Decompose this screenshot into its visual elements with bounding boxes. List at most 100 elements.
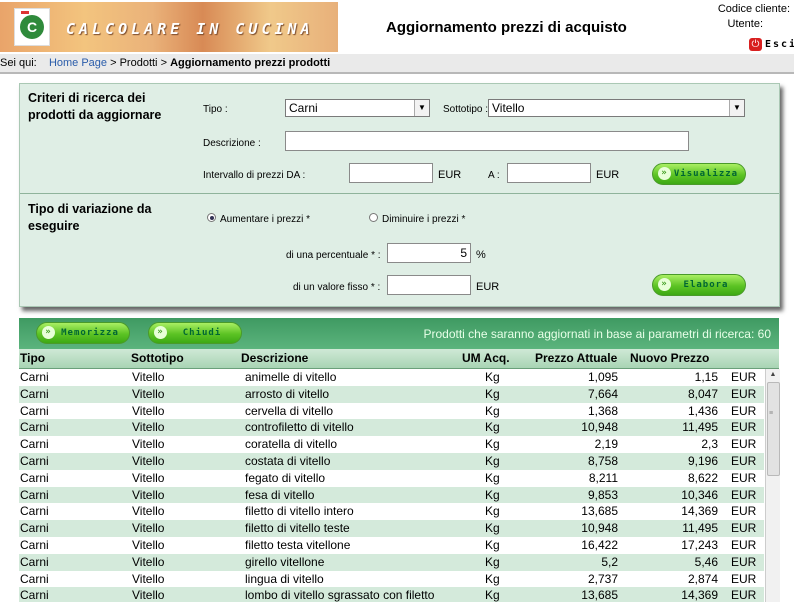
- breadcrumb-home-link[interactable]: Home Page: [49, 57, 107, 69]
- column-header[interactable]: Tipo: [20, 351, 45, 365]
- cell-prezzo-attuale: 13,685: [581, 504, 618, 519]
- cell-prezzo-attuale: 10,948: [581, 521, 618, 536]
- memorizza-button[interactable]: » Memorizza: [36, 322, 130, 344]
- cell-nuovo-prezzo: 17,243: [681, 537, 718, 552]
- valore-input[interactable]: [387, 275, 471, 295]
- table-row[interactable]: Carni Vitello cervella di vitello Kg 1,368 1,…: [19, 403, 764, 420]
- logo[interactable]: C: [14, 8, 50, 46]
- table-row[interactable]: Carni Vitello filetto testa vitellone Kg 16,…: [19, 537, 764, 554]
- cell-tipo: Carni: [20, 470, 49, 485]
- table-row[interactable]: Carni Vitello controfiletto di vitello Kg 10…: [19, 419, 764, 437]
- column-header[interactable]: Prezzo Attuale: [535, 351, 617, 365]
- page-title: Aggiornamento prezzi di acquisto: [386, 19, 627, 36]
- intervallo-label: Intervallo di prezzi DA :: [203, 170, 306, 181]
- cell-descrizione: filetto testa vitellone: [245, 537, 351, 552]
- cell-descrizione: coratella di vitello: [245, 437, 338, 452]
- cell-sottotipo: Vitello: [132, 420, 165, 435]
- vertical-scrollbar[interactable]: ▲ ≡: [765, 369, 780, 602]
- cell-sottotipo: Vitello: [132, 554, 165, 569]
- memorizza-label: Memorizza: [61, 328, 119, 338]
- tipo-select[interactable]: Carni ▼: [285, 99, 430, 117]
- cell-nuovo-prezzo: 1,15: [694, 370, 718, 384]
- table-row[interactable]: Carni Vitello arrosto di vitello Kg 7,664 8,0…: [19, 385, 764, 403]
- column-header[interactable]: Nuovo Prezzo: [630, 351, 709, 365]
- table-row[interactable]: Carni Vitello coratella di vitello Kg 2,19 2,…: [19, 436, 764, 453]
- cell-sottotipo: Vitello: [132, 537, 165, 552]
- aumentare-radio[interactable]: [207, 213, 216, 222]
- cell-nuovo-prezzo: 2,874: [687, 571, 718, 586]
- chiudi-button[interactable]: » Chiudi: [148, 322, 242, 344]
- percentuale-input[interactable]: 5: [387, 243, 471, 263]
- cell-tipo: Carni: [20, 537, 49, 552]
- column-header[interactable]: Sottotipo: [131, 351, 184, 365]
- sottotipo-select[interactable]: Vitello ▼: [488, 99, 745, 117]
- a-label: A :: [488, 170, 500, 181]
- price-to-input[interactable]: [507, 163, 591, 183]
- cell-um: Kg: [485, 453, 500, 468]
- diminuire-radio[interactable]: [369, 213, 378, 222]
- table-row[interactable]: Carni Vitello lombo di vitello sgrassato c…: [19, 587, 764, 602]
- cell-sottotipo: Vitello: [132, 403, 165, 418]
- criteria-heading: Criteri di ricerca dei prodotti da aggio…: [28, 91, 162, 122]
- utente-label: Utente:: [727, 18, 763, 30]
- cell-tipo: Carni: [20, 521, 49, 536]
- cell-descrizione: fesa di vitello: [245, 487, 315, 502]
- scroll-up-icon[interactable]: ▲: [766, 369, 780, 381]
- cell-descrizione: filetto di vitello teste: [245, 521, 350, 536]
- cell-tipo: Carni: [20, 487, 49, 502]
- cell-nuovo-prezzo: 1,436: [687, 403, 718, 418]
- search-criteria-panel: Criteri di ricerca dei prodotti da aggio…: [19, 83, 780, 307]
- elabora-button[interactable]: » Elabora: [652, 274, 746, 296]
- cell-nuovo-prezzo: 2,3: [701, 437, 718, 452]
- table-row[interactable]: Carni Vitello costata di vitello Kg 8,758 9,1…: [19, 452, 764, 470]
- cell-prezzo-attuale: 8,758: [587, 453, 618, 468]
- cell-nuovo-prezzo: 11,495: [682, 521, 718, 536]
- cell-valuta: EUR: [731, 437, 757, 452]
- cell-prezzo-attuale: 13,685: [581, 588, 618, 602]
- exit-label: Esci: [765, 38, 794, 50]
- cell-um: Kg: [485, 537, 500, 552]
- chevron-down-icon[interactable]: ▼: [414, 100, 429, 116]
- table-row[interactable]: Carni Vitello fesa di vitello Kg 9,853 10,346…: [19, 486, 764, 504]
- column-header[interactable]: UM Acq.: [462, 351, 510, 365]
- cell-tipo: Carni: [20, 571, 49, 586]
- cell-descrizione: animelle di vitello: [245, 370, 337, 384]
- exit-button[interactable]: ⏻ Esci: [749, 36, 794, 52]
- logo-icon: C: [20, 15, 44, 39]
- cell-tipo: Carni: [20, 403, 49, 418]
- cell-tipo: Carni: [20, 420, 49, 435]
- table-row[interactable]: Carni Vitello lingua di vitello Kg 2,737 2,87…: [19, 571, 764, 588]
- chevron-down-icon[interactable]: ▼: [729, 100, 744, 116]
- grip-icon: ≡: [769, 410, 774, 417]
- cell-sottotipo: Vitello: [132, 470, 165, 485]
- cell-um: Kg: [485, 420, 500, 435]
- chevron-right-icon: »: [658, 167, 671, 180]
- cell-nuovo-prezzo: 14,369: [681, 588, 718, 602]
- breadcrumb-prodotti-link[interactable]: Prodotti: [120, 57, 158, 69]
- cell-prezzo-attuale: 2,19: [594, 437, 618, 452]
- chiudi-label: Chiudi: [182, 328, 222, 338]
- cell-prezzo-attuale: 2,737: [587, 571, 618, 586]
- table-row[interactable]: Carni Vitello filetto di vitello teste Kg 10…: [19, 520, 764, 537]
- cell-tipo: Carni: [20, 453, 49, 468]
- brand-banner: C CALCOLARE IN CUCINA: [0, 2, 338, 52]
- sottotipo-label: Sottotipo :: [443, 104, 489, 115]
- cell-valuta: EUR: [731, 554, 757, 569]
- table-row[interactable]: Carni Vitello girello vitellone Kg 5,2 5,46 EU…: [19, 553, 764, 571]
- table-row[interactable]: Carni Vitello animelle di vitello Kg 1,095 1,…: [19, 369, 764, 386]
- cell-nuovo-prezzo: 14,369: [681, 504, 718, 519]
- cell-sottotipo: Vitello: [132, 437, 165, 452]
- descrizione-input[interactable]: [285, 131, 689, 151]
- price-from-input[interactable]: [349, 163, 433, 183]
- scrollbar-thumb[interactable]: [767, 382, 780, 476]
- table-row[interactable]: Carni Vitello filetto di vitello intero Kg 1…: [19, 503, 764, 520]
- cell-descrizione: girello vitellone: [245, 554, 325, 569]
- cell-nuovo-prezzo: 9,196: [687, 453, 718, 468]
- cell-nuovo-prezzo: 8,047: [687, 386, 718, 401]
- cell-prezzo-attuale: 1,095: [587, 370, 618, 384]
- visualizza-button[interactable]: » Visualizza: [652, 163, 746, 185]
- column-header[interactable]: Descrizione: [241, 351, 308, 365]
- valore-label: di un valore fisso * :: [293, 282, 381, 293]
- table-row[interactable]: Carni Vitello fegato di vitello Kg 8,211 8,62…: [19, 470, 764, 487]
- cell-valuta: EUR: [731, 521, 757, 536]
